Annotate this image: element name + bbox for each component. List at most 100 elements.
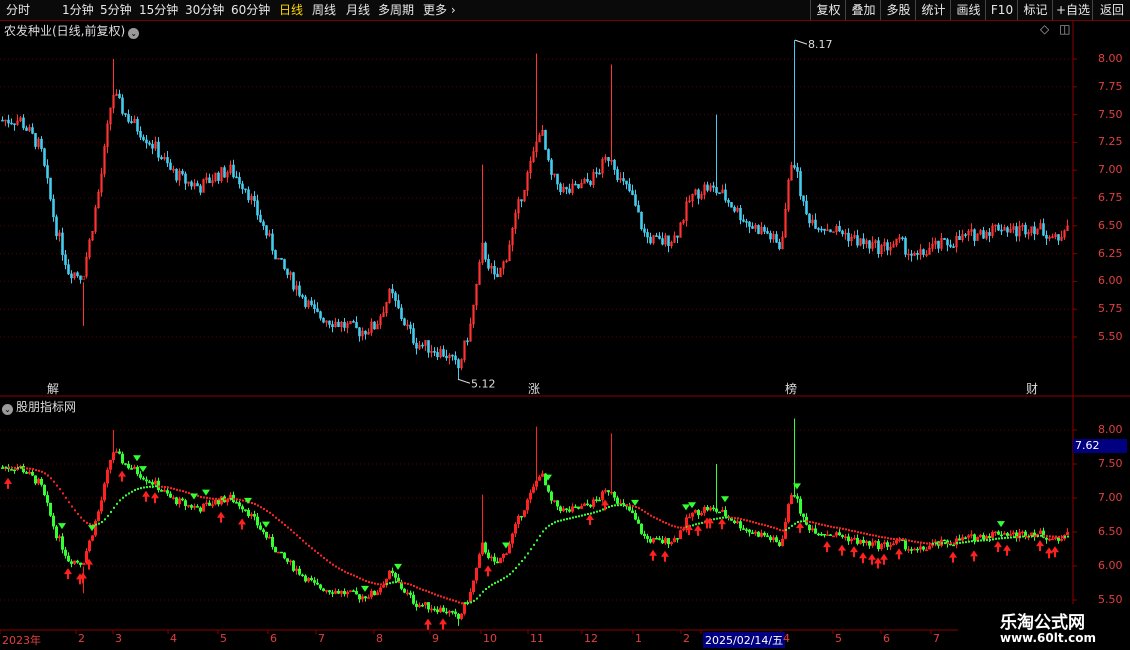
ind-candle-body	[388, 570, 391, 579]
main-candle-body	[310, 300, 313, 305]
ind-candle-body	[139, 474, 142, 478]
trend-dot	[437, 594, 439, 597]
main-candle-body	[1015, 226, 1018, 237]
main-candle-body	[748, 221, 751, 227]
trend-dot	[287, 526, 289, 529]
ind-candle-body	[259, 525, 262, 530]
trend-dot	[32, 468, 34, 471]
trend-dot	[887, 537, 889, 540]
buy-signal-arrow	[217, 511, 225, 523]
ind-candle-body	[907, 549, 910, 551]
trend-dot	[341, 569, 343, 572]
buy-signal-arrow	[118, 470, 126, 482]
main-y-tick: 7.00	[1098, 163, 1123, 177]
ind-candle-body	[835, 532, 838, 536]
ind-candle-body	[106, 469, 109, 484]
trend-dot	[1001, 537, 1003, 540]
buy-signal-arrow	[1036, 540, 1044, 552]
ind-candle-body	[328, 590, 331, 593]
trend-dot	[998, 537, 1000, 540]
trend-dot	[533, 543, 535, 546]
ind-candle-body	[832, 535, 835, 538]
trend-dot	[392, 581, 394, 584]
ind-candle-body	[298, 568, 301, 575]
event-marker-finance[interactable]: 财	[1026, 380, 1038, 397]
ind-candle-body	[454, 611, 457, 614]
trend-dot	[308, 544, 310, 547]
main-candle-body	[436, 352, 439, 358]
main-candle-body	[622, 178, 625, 182]
trend-dot	[539, 534, 541, 537]
trend-dot	[899, 538, 901, 541]
trend-dot	[221, 498, 223, 501]
main-candle-body	[397, 300, 400, 309]
main-candle-body	[421, 344, 424, 347]
ind-candle-body	[724, 510, 727, 517]
main-candle-body	[238, 177, 241, 185]
ind-candle-body	[748, 529, 751, 533]
main-candle-body	[757, 225, 760, 234]
trend-dot	[56, 484, 58, 487]
trend-dot	[176, 488, 178, 491]
trend-dot	[374, 582, 376, 585]
main-candle-body	[724, 189, 727, 201]
ind-candle-body	[655, 538, 658, 540]
ind-candle-body	[766, 535, 769, 537]
trend-dot	[305, 542, 307, 545]
ind-candle-body	[562, 508, 565, 512]
ind-candle-body	[349, 590, 352, 592]
main-candle-body	[799, 171, 802, 197]
indicator-title: 股朋指标网	[16, 400, 77, 414]
ind-candle-body	[1039, 530, 1042, 534]
main-candle-body	[352, 321, 355, 323]
ind-candle-body	[733, 520, 736, 524]
ind-candle-body	[40, 478, 43, 485]
ind-candle-body	[568, 509, 571, 512]
trend-dot	[662, 520, 664, 523]
trend-dot	[323, 557, 325, 560]
x-axis-label: 1	[635, 632, 642, 645]
ind-candle-body	[313, 580, 316, 583]
trend-dot	[932, 542, 934, 545]
main-candle-body	[643, 228, 646, 233]
event-marker-limit-up[interactable]: 涨	[528, 380, 540, 397]
main-candle-body	[946, 239, 949, 246]
trend-dot	[377, 583, 379, 586]
ind-candle-body	[856, 537, 859, 544]
trend-dot	[302, 539, 304, 542]
ind-candle-body	[379, 587, 382, 593]
trend-dot	[14, 466, 16, 469]
trend-dot	[746, 519, 748, 522]
ind-candle-body	[694, 510, 697, 513]
ind-candle-body	[115, 451, 118, 453]
chevron-down-icon[interactable]: ⌄	[2, 404, 13, 415]
event-marker-board[interactable]: 榜	[785, 380, 797, 397]
x-axis-label: 2	[683, 632, 690, 645]
trend-dot	[206, 496, 208, 499]
ind-candle-body	[358, 594, 361, 600]
ind-candle-body	[478, 554, 481, 568]
trend-dot	[38, 469, 40, 472]
ind-candle-body	[826, 534, 829, 536]
ind-candle-body	[199, 507, 202, 512]
trend-dot	[299, 536, 301, 539]
main-candle-body	[1006, 227, 1009, 233]
trend-dot	[458, 601, 460, 604]
trend-dot	[575, 515, 577, 518]
ind-candle-body	[910, 549, 913, 551]
kline-chart[interactable]: 8.17 5.12	[0, 0, 1130, 650]
trend-dot	[602, 508, 604, 511]
ind-candle-body	[964, 537, 967, 539]
event-marker-unlock[interactable]: 解	[47, 380, 59, 397]
trend-dot	[905, 538, 907, 541]
ind-candle-body	[550, 491, 553, 501]
main-candle-body	[658, 235, 661, 239]
trend-dot	[71, 505, 73, 508]
ind-candle-body	[247, 509, 250, 517]
trend-dot	[503, 577, 505, 580]
trend-dot	[1067, 535, 1069, 538]
trend-dot	[332, 563, 334, 566]
ind-candle-body	[682, 528, 685, 531]
ind-y-tick: 7.00	[1098, 491, 1123, 504]
trend-dot	[110, 510, 112, 513]
